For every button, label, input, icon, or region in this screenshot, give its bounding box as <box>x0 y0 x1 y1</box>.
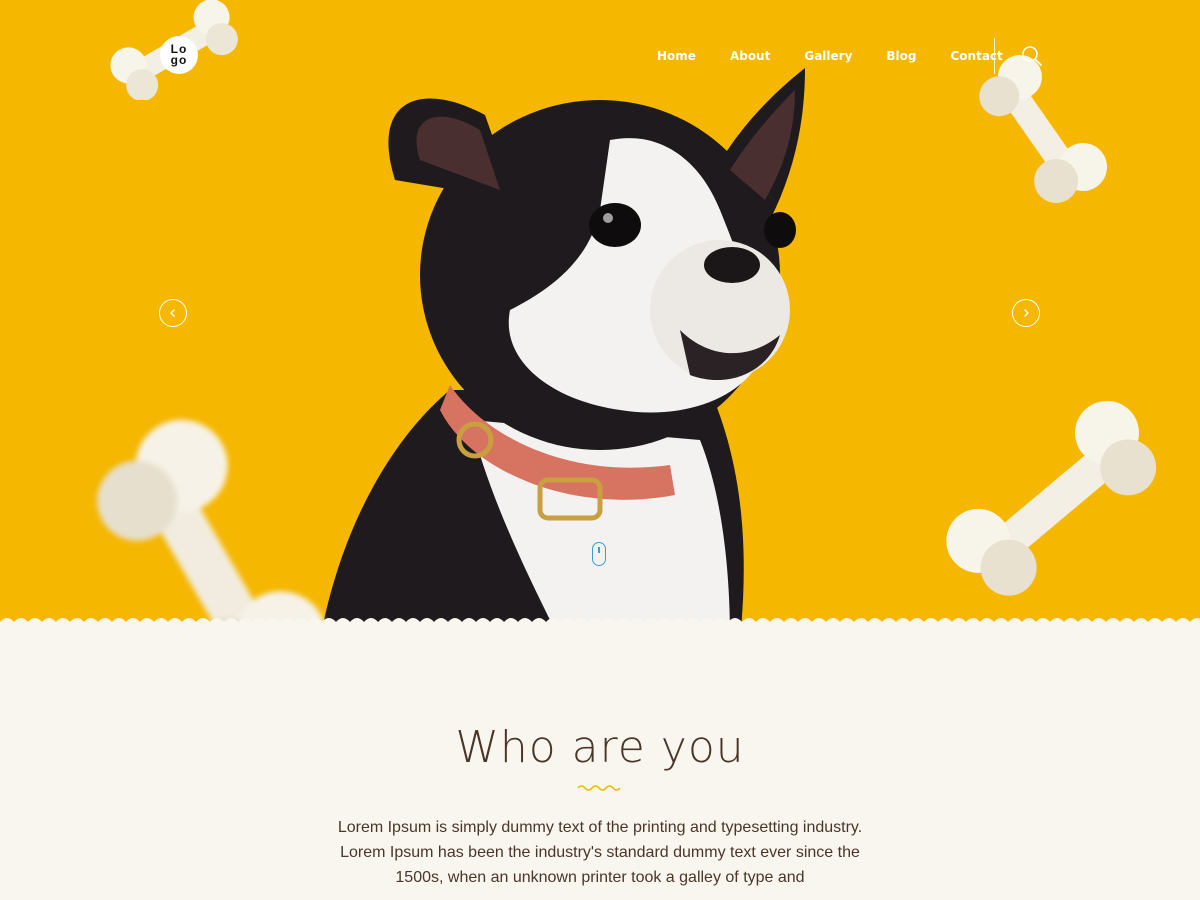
hero-slider: Lo go Home About Gallery Blog Contact <box>0 0 1200 625</box>
mouse-scroll-icon[interactable] <box>592 542 606 566</box>
nav-about[interactable]: About <box>713 48 787 64</box>
nav-gallery[interactable]: Gallery <box>787 48 869 64</box>
section-title: Who are you <box>455 722 745 773</box>
chevron-left-icon <box>170 309 175 317</box>
nav-divider <box>994 38 995 74</box>
slider-next-button[interactable] <box>1012 299 1040 327</box>
nav-home[interactable]: Home <box>640 48 713 64</box>
section-paragraph: Lorem Ipsum is simply dummy text of the … <box>337 819 863 886</box>
slider-prev-button[interactable] <box>159 299 187 327</box>
main-nav: Home About Gallery Blog Contact <box>640 48 1020 64</box>
bone-image-bottom-right <box>946 400 1157 596</box>
dog-image <box>322 68 805 625</box>
title-underline-squiggle <box>577 785 621 791</box>
bone-image-left-blurred <box>97 419 327 625</box>
nav-contact[interactable]: Contact <box>934 48 1020 64</box>
logo-line-2: go <box>170 53 188 67</box>
chevron-right-icon <box>1024 309 1029 317</box>
logo[interactable]: Lo go <box>160 36 198 74</box>
nav-blog[interactable]: Blog <box>869 48 933 64</box>
search-icon[interactable] <box>1020 44 1044 68</box>
